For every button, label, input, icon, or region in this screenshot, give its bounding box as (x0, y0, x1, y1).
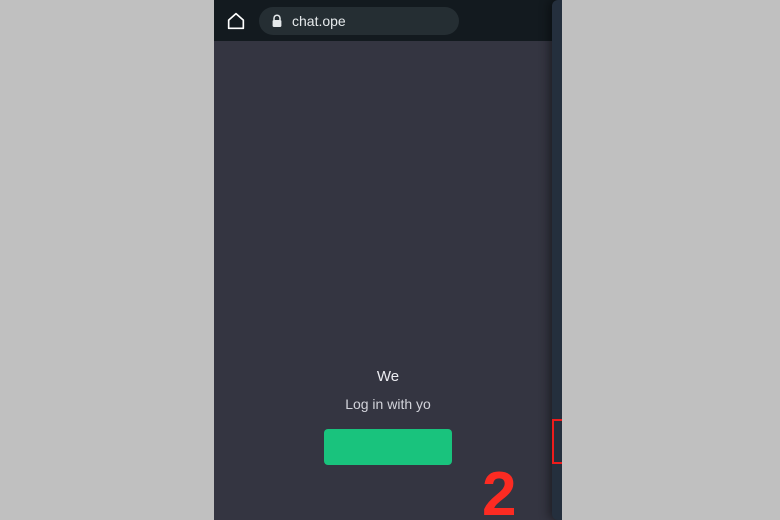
menu-item-translate[interactable]: G 文 Dịch... (552, 383, 562, 423)
url-bar[interactable]: chat.ope (259, 7, 459, 35)
browser-toolbar: chat.ope (214, 0, 562, 41)
step-number-annotation: 2 (482, 460, 517, 520)
login-subtitle: Log in with yo (345, 396, 431, 412)
menu-item-recent-tabs[interactable]: Các thẻ gần đây (552, 252, 562, 292)
menu-item-bookmarks[interactable]: Dấu trang (552, 212, 562, 252)
menu-item-new-tab[interactable]: Thẻ mới (552, 41, 562, 81)
menu-item-list: Thẻ mới Thẻ ẩn danh mới (552, 41, 562, 514)
menu-item-history[interactable]: Nhật ký (552, 132, 562, 172)
phone-viewport: We Log in with yo 2 chat.ope (214, 0, 562, 520)
menu-item-downloads[interactable]: Tệp đã tải xuống (552, 172, 562, 212)
page-title: We (376, 368, 400, 385)
lock-icon (271, 14, 283, 28)
screenshot-root: We Log in with yo 2 chat.ope (0, 0, 780, 520)
menu-item-find-in-page[interactable]: Tìm trong trang (552, 343, 562, 383)
menu-quick-actions (552, 0, 562, 41)
menu-item-desktop-site[interactable]: Trang web cho m... (552, 463, 562, 503)
menu-item-new-incognito-tab[interactable]: Thẻ ẩn danh mới (552, 81, 562, 121)
home-icon[interactable] (225, 10, 247, 32)
login-button[interactable] (324, 429, 452, 465)
menu-item-share[interactable]: Chia sẻ... (552, 303, 562, 343)
menu-item-add-to-home-screen[interactable]: Thêm vào Màn hình chính (552, 423, 562, 463)
web-page-content: We Log in with yo 2 (214, 41, 562, 520)
url-text: chat.ope (292, 13, 346, 29)
browser-overflow-menu: Thẻ mới Thẻ ẩn danh mới (552, 0, 562, 520)
